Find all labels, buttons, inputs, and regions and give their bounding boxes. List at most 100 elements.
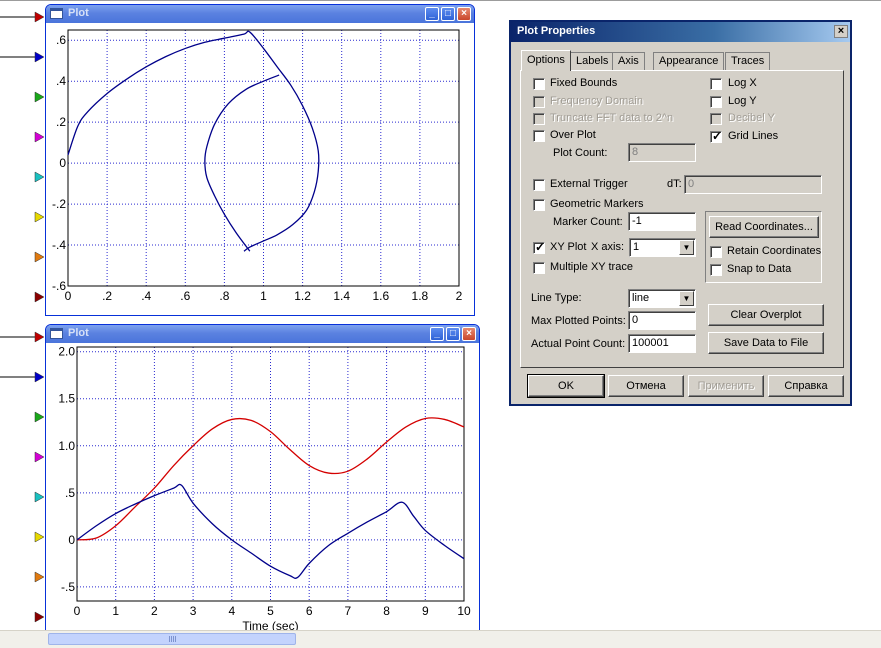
line-type-select[interactable]: line ▼: [628, 289, 696, 308]
input-pin-icon[interactable]: [34, 251, 45, 263]
external-trigger-checkbox[interactable]: [533, 179, 545, 191]
close-icon[interactable]: ×: [457, 7, 471, 21]
input-pin-icon[interactable]: [34, 331, 45, 343]
scrollbar-grip-icon: [169, 636, 177, 642]
input-pin-icon[interactable]: [34, 171, 45, 183]
chevron-down-icon[interactable]: ▼: [679, 291, 694, 306]
x-axis-select[interactable]: 1 ▼: [629, 238, 696, 257]
input-pin-icon[interactable]: [34, 611, 45, 623]
input-pin-icon[interactable]: [34, 91, 45, 103]
retain-coordinates-checkbox[interactable]: [710, 246, 722, 258]
clear-overplot-button[interactable]: Clear Overplot: [708, 304, 824, 326]
ok-button[interactable]: OK: [527, 374, 605, 398]
log-y-checkbox[interactable]: [710, 96, 722, 108]
grid-lines-checkbox[interactable]: ✓: [710, 129, 722, 143]
input-pin-icon[interactable]: [34, 211, 45, 223]
line-type-label: Line Type:: [531, 292, 582, 304]
input-pin-icon[interactable]: [34, 51, 45, 63]
maximize-icon[interactable]: □: [441, 7, 455, 21]
x-tick-label: 8: [383, 604, 390, 618]
input-pin-icon[interactable]: [34, 571, 45, 583]
plot-background: [46, 343, 479, 633]
fixed-bounds-checkbox[interactable]: [533, 78, 545, 90]
x-tick-label: 1.2: [294, 289, 311, 303]
frequency-domain-label: Frequency Domain: [550, 95, 643, 107]
line-type-value: line: [632, 292, 650, 304]
y-tick-label: 2.0: [58, 345, 75, 359]
x-tick-label: 9: [422, 604, 429, 618]
max-plotted-points-label: Max Plotted Points:: [531, 315, 626, 327]
minimize-icon[interactable]: _: [430, 327, 444, 341]
input-pin-icon[interactable]: [34, 531, 45, 543]
input-pin-icon[interactable]: [34, 131, 45, 143]
tab-options[interactable]: Options: [521, 50, 571, 71]
dt-label: dT:: [667, 178, 682, 190]
decibel-y-label: Decibel Y: [728, 112, 775, 124]
close-icon[interactable]: ×: [834, 25, 848, 38]
maximize-icon[interactable]: □: [446, 327, 460, 341]
x-axis-label: X axis:: [591, 241, 625, 253]
input-pin-icon[interactable]: [34, 451, 45, 463]
snap-to-data-checkbox[interactable]: [710, 264, 722, 276]
grid-lines-label: Grid Lines: [728, 130, 779, 142]
plot-count-label: Plot Count:: [553, 147, 608, 159]
x-tick-label: 10: [457, 604, 471, 618]
input-pin-icon[interactable]: [34, 291, 45, 303]
marker-count-label: Marker Count:: [553, 216, 623, 228]
decibel-y-checkbox: [710, 113, 722, 125]
log-y-label: Log Y: [728, 95, 757, 107]
y-tick-label: 1.5: [58, 392, 75, 406]
x-tick-label: 6: [306, 604, 313, 618]
xy-plot-checkbox[interactable]: ✓: [533, 240, 545, 254]
x-tick-label: 1.4: [333, 289, 350, 303]
tab-appearance[interactable]: Appearance: [653, 52, 725, 70]
x-tick-label: 2: [456, 289, 463, 303]
x-tick-label: 4: [228, 604, 235, 618]
tab-traces[interactable]: Traces: [725, 52, 771, 70]
y-tick-label: -.4: [52, 238, 66, 252]
fixed-bounds-label: Fixed Bounds: [550, 77, 618, 89]
log-x-checkbox[interactable]: [710, 78, 722, 90]
x-tick-label: .6: [180, 289, 190, 303]
plot-window-2-titlebar[interactable]: Plot _ □ ×: [46, 325, 479, 343]
actual-point-count-field: 100001: [628, 334, 696, 353]
max-plotted-points-field[interactable]: 0: [628, 311, 696, 330]
input-pin-icon[interactable]: [34, 11, 45, 23]
plot-window-2[interactable]: Plot _ □ × 0 1 2 3 4 5 6 7 8 9 10 2.0 1.5 1.0.5 0 -.5 Ti…: [45, 324, 480, 634]
input-pin-icon[interactable]: [34, 491, 45, 503]
multiple-xy-trace-label: Multiple XY trace: [550, 261, 633, 273]
x-tick-label: 1.6: [372, 289, 389, 303]
cancel-button[interactable]: Отмена: [608, 375, 684, 397]
read-coordinates-button[interactable]: Read Coordinates...: [709, 216, 819, 238]
plot-properties-dialog[interactable]: Plot Properties × Options Labels Axis Ap…: [509, 20, 852, 406]
plot-2-canvas[interactable]: 0 1 2 3 4 5 6 7 8 9 102.01.51.0.50-.5Time (sec): [46, 343, 479, 633]
marker-count-field[interactable]: -1: [628, 212, 696, 231]
multiple-xy-trace-checkbox[interactable]: [533, 262, 545, 274]
x-tick-label: .2: [102, 289, 112, 303]
help-button[interactable]: Справка: [768, 375, 844, 397]
geometric-markers-label: Geometric Markers: [550, 198, 644, 210]
log-x-label: Log X: [728, 77, 757, 89]
over-plot-checkbox[interactable]: [533, 130, 545, 142]
chevron-down-icon[interactable]: ▼: [679, 240, 694, 255]
minimize-icon[interactable]: _: [425, 7, 439, 21]
truncate-fft-checkbox: [533, 113, 545, 125]
window-icon: [50, 328, 63, 339]
input-pin-icon[interactable]: [34, 371, 45, 383]
plot-1-canvas[interactable]: 0.2.4.6.8 1 1.2 1.4 1.6 1.8 2.6.4.20-.2-.4-.6: [46, 23, 474, 315]
input-pin-icon[interactable]: [34, 411, 45, 423]
truncate-fft-label: Truncate FFT data to 2^n: [550, 112, 674, 124]
plot-window-1-titlebar[interactable]: Plot _ □ ×: [46, 5, 474, 23]
tab-axis[interactable]: Axis: [612, 52, 645, 70]
dialog-titlebar[interactable]: Plot Properties ×: [511, 22, 850, 42]
geometric-markers-checkbox[interactable]: [533, 199, 545, 211]
apply-button: Применить: [688, 375, 764, 397]
x-tick-label: 1: [260, 289, 267, 303]
save-data-button[interactable]: Save Data to File: [708, 332, 824, 354]
plot-window-1[interactable]: Plot _ □ × 0 .2 .4 .6 .8 1 1.2 1.4 1.6 1.8 2 .6 .4 .2…: [45, 4, 475, 316]
x-tick-label: 1: [112, 604, 119, 618]
close-icon[interactable]: ×: [462, 327, 476, 341]
y-tick-label: -.6: [52, 279, 66, 293]
tab-labels[interactable]: Labels: [570, 52, 615, 70]
horizontal-scrollbar[interactable]: [48, 633, 296, 645]
